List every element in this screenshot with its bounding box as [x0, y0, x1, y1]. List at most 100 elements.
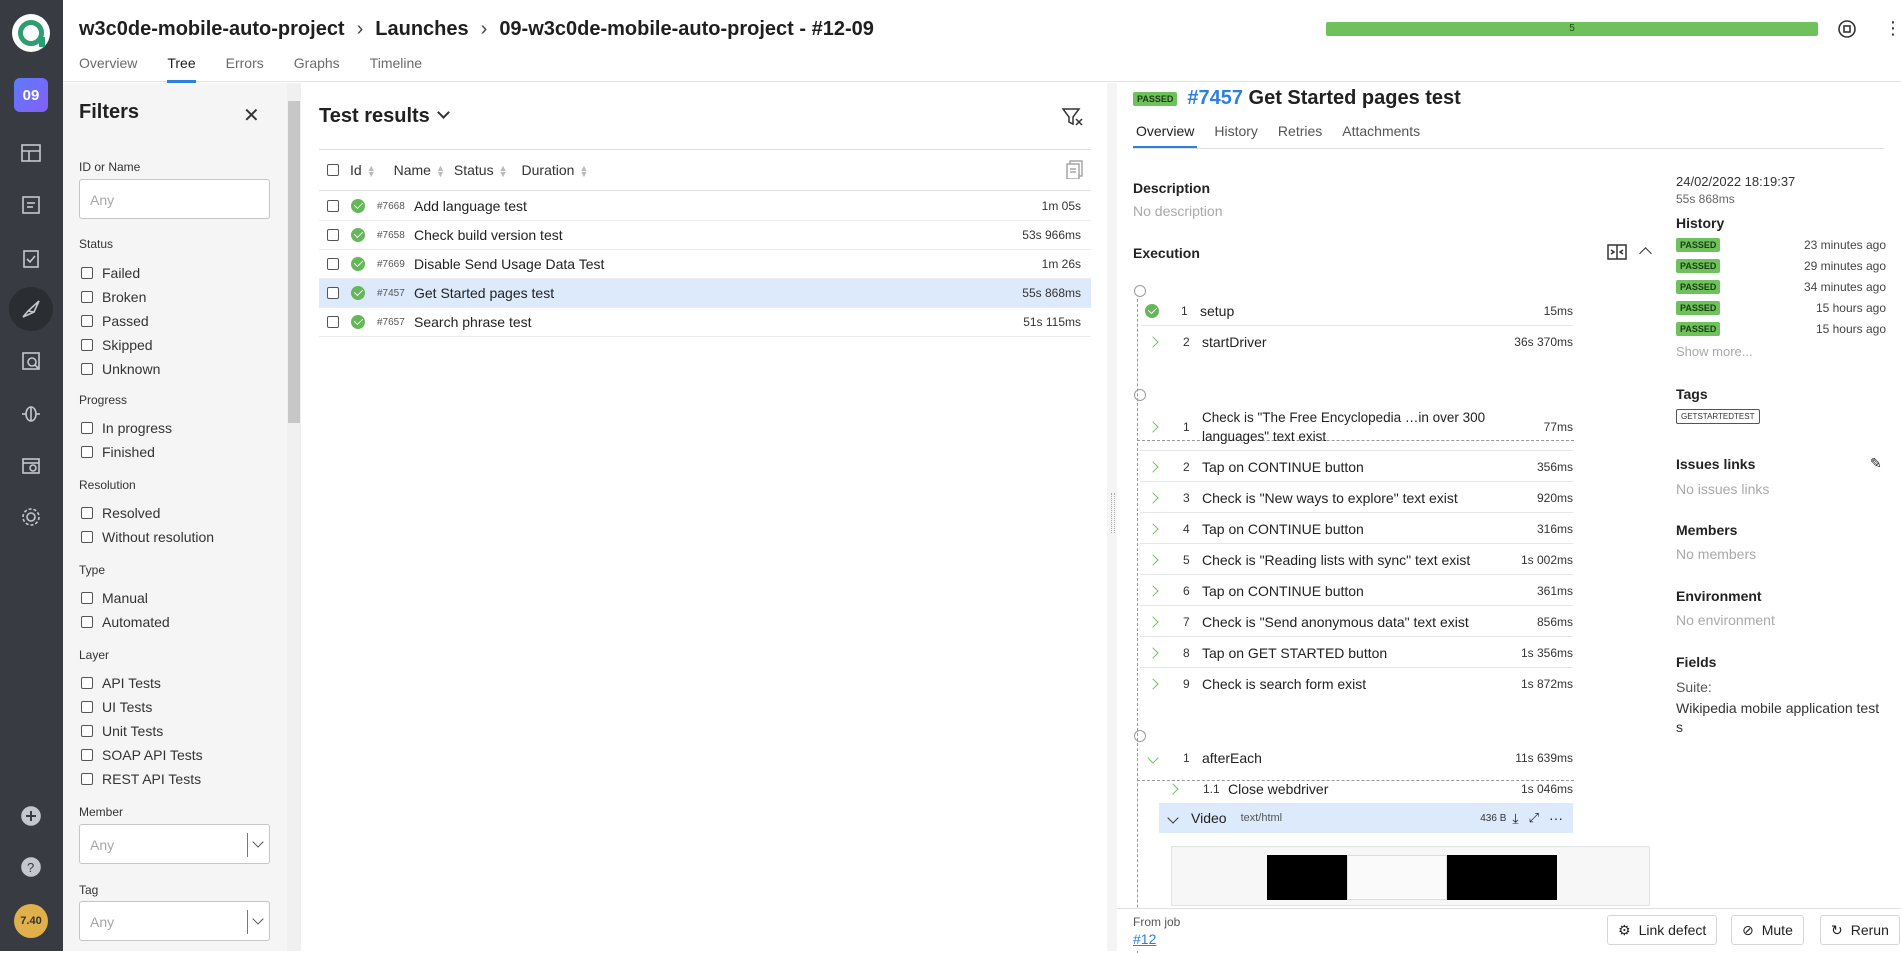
tag-chip[interactable]: GETSTARTEDTEST	[1676, 409, 1760, 424]
step-row[interactable]: 1 Check is "The Free Encyclopedia …in ove…	[1140, 403, 1573, 451]
select-all-checkbox[interactable]	[327, 164, 339, 176]
edit-icon[interactable]: ✎	[1870, 455, 1882, 472]
filter-status-passed[interactable]: Passed	[81, 313, 149, 329]
tab-timeline[interactable]: Timeline	[370, 55, 422, 83]
chevron-up-icon[interactable]	[1639, 247, 1652, 260]
video-attachment-row[interactable]: Video text/html 436 B ⤓ ⤢ ···	[1159, 803, 1573, 833]
app-logo-icon[interactable]	[12, 14, 50, 52]
tag-select[interactable]: Any	[79, 901, 270, 941]
filters-scrollbar[interactable]	[287, 83, 301, 951]
test-name[interactable]: Add language test	[414, 198, 1042, 214]
chevron-down-icon[interactable]	[437, 106, 450, 119]
tab-retries[interactable]: Retries	[1275, 123, 1325, 148]
filter-status-skipped[interactable]: Skipped	[81, 337, 153, 353]
row-checkbox[interactable]	[327, 316, 339, 328]
tab-attachments[interactable]: Attachments	[1339, 123, 1423, 148]
mute-button[interactable]: ⊘ Mute	[1731, 915, 1804, 945]
rerun-button[interactable]: ↻ Rerun	[1820, 915, 1900, 945]
tab-errors[interactable]: Errors	[226, 55, 264, 83]
filter-layer-unit[interactable]: Unit Tests	[81, 723, 163, 739]
table-row[interactable]: #7658 Check build version test 53s 966ms	[319, 221, 1091, 250]
step-row[interactable]: 3 Check is "New ways to explore" text exi…	[1140, 483, 1573, 513]
step-row[interactable]: 7 Check is "Send anonymous data" text exi…	[1140, 607, 1573, 637]
filter-status-failed[interactable]: Failed	[81, 265, 140, 281]
filter-layer-ui[interactable]: UI Tests	[81, 699, 152, 715]
step-row[interactable]: 1 setup 15ms	[1140, 296, 1573, 326]
table-row-selected[interactable]: #7457 Get Started pages test 55s 868ms	[319, 279, 1091, 308]
history-item[interactable]: PASSED 34 minutes ago	[1676, 280, 1886, 294]
row-checkbox[interactable]	[327, 229, 339, 241]
filter-type-automated[interactable]: Automated	[81, 614, 170, 630]
search-analysis-icon[interactable]	[16, 346, 46, 376]
column-name[interactable]: Name ▲ ▼	[394, 162, 445, 179]
filter-progress-finished[interactable]: Finished	[81, 444, 155, 460]
step-row[interactable]: 2 startDriver 36s 370ms	[1140, 327, 1573, 357]
chevron-right-icon[interactable]	[1147, 420, 1159, 433]
step-row[interactable]: 1 afterEach 11s 639ms	[1140, 743, 1573, 773]
test-name[interactable]: Disable Send Usage Data Test	[414, 256, 1042, 272]
checklist-icon[interactable]	[16, 243, 46, 273]
step-row[interactable]: 9 Check is search form exist 1s 872ms	[1140, 669, 1573, 699]
help-icon[interactable]: ?	[16, 852, 46, 882]
test-name[interactable]: Check build version test	[414, 227, 1022, 243]
expand-icon[interactable]: ⤢	[1529, 810, 1539, 826]
step-row[interactable]: 5 Check is "Reading lists with sync" text…	[1140, 545, 1573, 575]
filter-progress-in-progress[interactable]: In progress	[81, 420, 172, 436]
more-icon[interactable]: ···	[1549, 810, 1563, 826]
filter-status-unknown[interactable]: Unknown	[81, 361, 160, 377]
column-status[interactable]: Status ▲ ▼	[454, 162, 508, 179]
tab-overview[interactable]: Overview	[79, 55, 137, 83]
avatar[interactable]: 7.40	[14, 904, 48, 938]
filter-status-broken[interactable]: Broken	[81, 289, 146, 305]
launches-icon[interactable]	[9, 287, 53, 331]
filter-layer-api[interactable]: API Tests	[81, 675, 161, 691]
row-checkbox[interactable]	[327, 258, 339, 270]
breadcrumb-project[interactable]: w3c0de-mobile-auto-project	[79, 18, 345, 41]
table-row[interactable]: #7657 Search phrase test 51s 115ms	[319, 308, 1091, 337]
member-select[interactable]: Any	[79, 824, 270, 864]
expand-steps-icon[interactable]	[1607, 243, 1627, 264]
show-more-link[interactable]: Show more...	[1676, 344, 1753, 359]
video-preview[interactable]	[1171, 846, 1650, 906]
row-checkbox[interactable]	[327, 200, 339, 212]
breadcrumb-launches[interactable]: Launches	[375, 18, 468, 41]
filters-nav-icon[interactable]	[16, 450, 46, 480]
table-row[interactable]: #7668 Add language test 1m 05s	[319, 192, 1091, 221]
filter-resolution-resolved[interactable]: Resolved	[81, 505, 160, 521]
stop-launch-icon[interactable]	[1837, 19, 1857, 39]
step-row[interactable]: 6 Tap on CONTINUE button 361ms	[1140, 576, 1573, 606]
step-row[interactable]: 4 Tap on CONTINUE button 316ms	[1140, 514, 1573, 544]
filter-resolution-without[interactable]: Without resolution	[81, 529, 214, 545]
history-item[interactable]: PASSED 15 hours ago	[1676, 322, 1886, 336]
history-item[interactable]: PASSED 29 minutes ago	[1676, 259, 1886, 273]
tab-tree[interactable]: Tree	[167, 55, 196, 83]
test-name[interactable]: Search phrase test	[414, 314, 1023, 330]
column-duration[interactable]: Duration ▲ ▼	[522, 162, 589, 179]
column-id[interactable]: Id ▲ ▼	[350, 162, 376, 179]
step-row[interactable]: 2 Tap on CONTINUE button 356ms	[1140, 452, 1573, 482]
filter-layer-rest[interactable]: REST API Tests	[81, 771, 201, 787]
launch-number-badge[interactable]: 09	[14, 78, 48, 112]
tab-history[interactable]: History	[1211, 123, 1261, 148]
close-icon[interactable]: ✕	[243, 103, 260, 128]
history-item[interactable]: PASSED 15 hours ago	[1676, 301, 1886, 315]
panel-resize-handle[interactable]	[1107, 83, 1117, 951]
test-name[interactable]: Get Started pages test	[414, 285, 1022, 301]
clear-filter-icon[interactable]	[1061, 107, 1083, 130]
chevron-right-icon[interactable]	[1147, 336, 1159, 348]
filter-type-manual[interactable]: Manual	[81, 590, 148, 606]
from-job-link[interactable]: #12	[1133, 931, 1156, 947]
step-row[interactable]: 8 Tap on GET STARTED button 1s 356ms	[1140, 638, 1573, 668]
test-results-title[interactable]: Test results	[319, 105, 430, 128]
history-item[interactable]: PASSED 23 minutes ago	[1676, 238, 1886, 252]
filter-layer-soap[interactable]: SOAP API Tests	[81, 747, 203, 763]
more-menu-icon[interactable]: ⋮	[1883, 19, 1901, 39]
tab-overview[interactable]: Overview	[1133, 123, 1198, 148]
table-row[interactable]: #7669 Disable Send Usage Data Test 1m 26s	[319, 250, 1091, 279]
id-name-input[interactable]: Any	[79, 179, 270, 219]
bug-icon[interactable]	[16, 398, 46, 428]
plus-icon[interactable]	[16, 801, 46, 831]
link-defect-button[interactable]: ⚙ Link defect	[1607, 915, 1718, 945]
settings-icon[interactable]	[16, 502, 46, 532]
tab-graphs[interactable]: Graphs	[294, 55, 340, 83]
